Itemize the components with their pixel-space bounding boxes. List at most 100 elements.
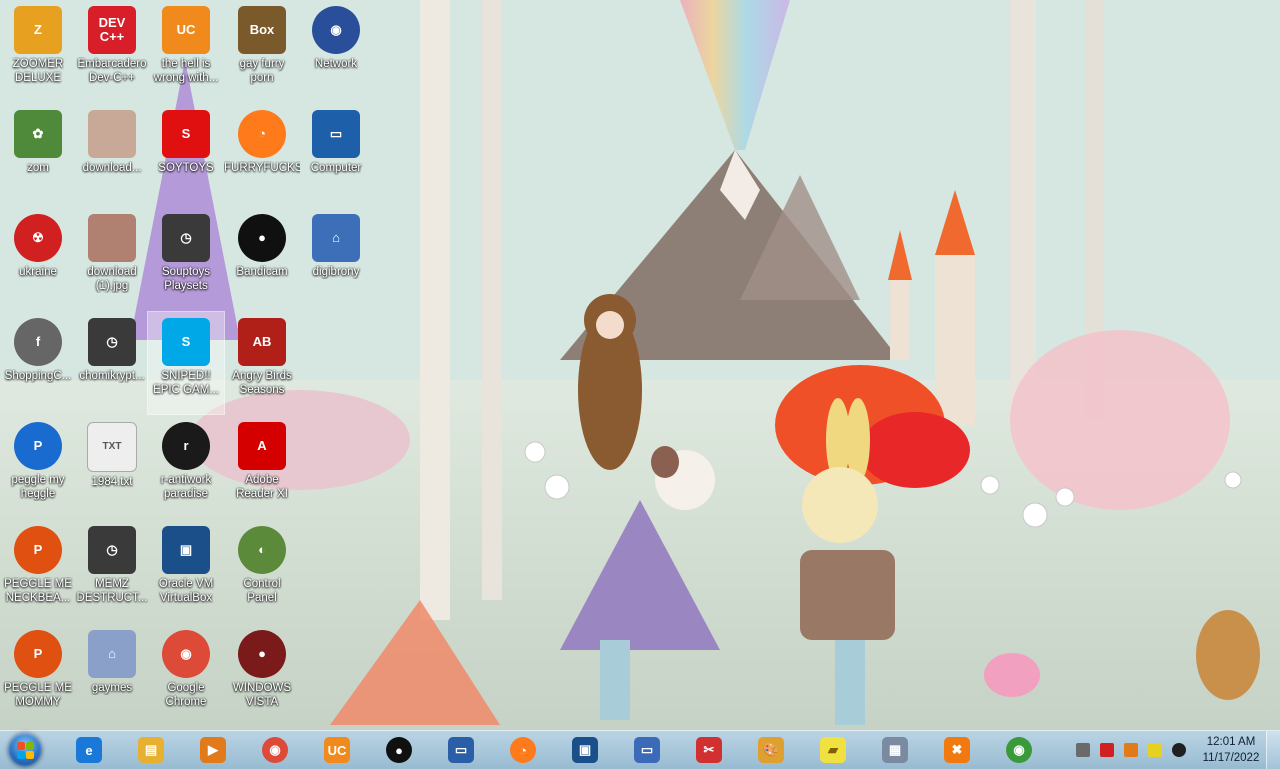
taskbar-button[interactable]: ◔	[500, 734, 546, 766]
desktop-shortcut[interactable]: Ppeggle my heggle	[0, 416, 76, 518]
paint-icon: 🎨	[758, 737, 784, 763]
desktop-shortcut[interactable]: P PEGGLE ME NECKBEA...	[0, 520, 76, 622]
desktop-shortcut-label: Adobe Reader XI	[236, 474, 288, 500]
desktop-shortcut[interactable]: Z ZOOMER DELUXE	[0, 0, 76, 102]
desktop-shortcut[interactable]: ◉ Network	[298, 0, 374, 102]
desktop-shortcut-label: download (1).jpg	[87, 266, 137, 292]
virtualbox-icon: ▣	[162, 526, 210, 574]
taskbar-button[interactable]: e	[66, 734, 112, 766]
taskbar-clock[interactable]: 12:01 AM 11/17/2022	[1196, 734, 1266, 766]
desktop-shortcut[interactable]: ◐ Control Panel	[224, 520, 300, 622]
taskbar-button[interactable]: ▭	[624, 734, 670, 766]
show-desktop-button[interactable]	[1266, 731, 1280, 769]
flower-image-icon: ✿	[14, 110, 62, 158]
shortcut-clock-icon: ◷	[88, 318, 136, 366]
taskbar-button[interactable]: ▭	[438, 734, 484, 766]
taskbar-button[interactable]: ✖	[934, 734, 980, 766]
desktop-shortcut[interactable]: ☢ ukraine	[0, 208, 76, 310]
desktop-shortcut-label: digibrony	[312, 266, 360, 278]
desktop-shortcut-label: FURRYFUCKS	[224, 162, 300, 174]
start-button[interactable]	[8, 733, 42, 767]
taskbar-button[interactable]: ▤	[128, 734, 174, 766]
desktop-shortcut[interactable]: TXT 1984.txt	[74, 416, 150, 518]
desktop-shortcut[interactable]: S SNIPED!! EPIC GAM...	[147, 311, 225, 415]
setup-file-icon: ⌂	[312, 214, 360, 262]
taskbar-button[interactable]: ✂	[686, 734, 732, 766]
network-icon: ◉	[312, 6, 360, 54]
desktop-shortcut[interactable]: ◷ chomikrypt...	[74, 312, 150, 414]
desktop-shortcut[interactable]: download...	[74, 104, 150, 206]
desktop-shortcut[interactable]: ● WINDOWS VISTA	[224, 624, 300, 726]
remote-desktop-icon: ▭	[448, 737, 474, 763]
control-panel-icon: ◐	[238, 526, 286, 574]
desktop-shortcut-label: SNIPED!! EPIC GAM...	[153, 370, 219, 396]
desktop-shortcut[interactable]: A Adobe Reader XI	[224, 416, 300, 518]
taskbar-button[interactable]: ●	[376, 734, 422, 766]
text-file-icon: TXT	[87, 422, 137, 472]
computer-icon: ▭	[312, 110, 360, 158]
taskbar-button[interactable]: ▰	[810, 734, 856, 766]
desktop-shortcut-label: zom	[27, 162, 49, 174]
taskbar-button[interactable]: ◉	[996, 734, 1042, 766]
tray-search-icon[interactable]	[1124, 743, 1138, 757]
desktop-shortcut[interactable]: AB Angry Birds Seasons	[224, 312, 300, 414]
bandicam-icon: ●	[386, 737, 412, 763]
windows-logo-icon	[17, 742, 25, 750]
desktop-shortcut[interactable]: download (1).jpg	[74, 208, 150, 310]
desktop-shortcut-label: ZOOMER DELUXE	[12, 58, 64, 84]
desktop-shortcut[interactable]: DEV C++ Embarcadero Dev-C++	[74, 0, 150, 102]
tray-app-icon[interactable]	[1076, 743, 1090, 757]
desktop-shortcut-label: Control Panel	[243, 578, 281, 604]
network-map-icon: ▭	[634, 737, 660, 763]
desktop-shortcut[interactable]: ● Bandicam	[224, 208, 300, 310]
tray-record-icon[interactable]	[1172, 743, 1186, 757]
vista-bomb-icon: ●	[238, 630, 286, 678]
desktop-shortcut[interactable]: ◷ MEMZ DESTRUCT...	[74, 520, 150, 622]
media-player-icon: ▶	[200, 737, 226, 763]
desktop-shortcut[interactable]: Box gay furry porn	[224, 0, 300, 102]
firefox-icon: ◔	[238, 110, 286, 158]
chrome-icon: ◉	[162, 630, 210, 678]
desktop-shortcut[interactable]: ▣ Oracle VM VirtualBox	[148, 520, 224, 622]
desktop-shortcut-label: ShoppingC...	[4, 370, 72, 382]
taskbar-button[interactable]: ◉	[252, 734, 298, 766]
desktop-shortcut-label: WINDOWS VISTA	[232, 682, 292, 708]
tray-notes-icon[interactable]	[1148, 743, 1162, 757]
desktop-shortcut[interactable]: ✿ zom	[0, 104, 76, 206]
reddit-dark-icon: r	[162, 422, 210, 470]
desktop-shortcut-label: ukraine	[19, 266, 57, 278]
desktop-shortcut[interactable]: ⌂ gaymes	[74, 624, 150, 726]
box-folder-icon: Box	[238, 6, 286, 54]
desktop-shortcut-label: the hell is wrong with...	[153, 58, 219, 84]
taskbar-button[interactable]: UC	[314, 734, 360, 766]
desktop-shortcut[interactable]: S SOYTOYS	[148, 104, 224, 206]
taskbar-button[interactable]: 🎨	[748, 734, 794, 766]
uc-browser-icon: UC	[324, 737, 350, 763]
desktop-shortcut-label: Bandicam	[236, 266, 288, 278]
desktop-shortcut-label: PEGGLE ME MOMMY	[4, 682, 72, 708]
windows-update-icon: ◉	[1006, 737, 1032, 763]
desktop-shortcut[interactable]: P PEGGLE ME MOMMY	[0, 624, 76, 726]
desktop-shortcut[interactable]: r r-antiwork paradise	[148, 416, 224, 518]
soytoys-icon: S	[162, 110, 210, 158]
desktop-shortcut[interactable]: ⌂ digibrony	[298, 208, 374, 310]
firefox-icon: ◔	[510, 737, 536, 763]
taskbar-button[interactable]: ▦	[872, 734, 918, 766]
adobe-reader-icon: A	[238, 422, 286, 470]
taskbar: e ▤ ▶ ◉ UC ● ▭ ◔ ▣ ▭ ✂ 🎨 ▰ ▦ ✖ ◉ 12:01 AM 11/17/2022	[0, 730, 1280, 769]
desktop-shortcut[interactable]: ▭ Computer	[298, 104, 374, 206]
desktop-shortcut[interactable]: ◷ Souptoys Playsets	[148, 208, 224, 310]
desktop-shortcut[interactable]: ◉ Google Chrome	[148, 624, 224, 726]
desktop-shortcut-label: Computer	[310, 162, 362, 174]
image-file-icon	[88, 110, 136, 158]
desktop-shortcut[interactable]: ◔ FURRYFUCKS	[224, 104, 300, 206]
taskbar-button[interactable]: ▶	[190, 734, 236, 766]
taskbar-button[interactable]: ▣	[562, 734, 608, 766]
desktop-shortcut-label: r-antiwork paradise	[160, 474, 212, 500]
desktop-shortcut[interactable]: f ShoppingC...	[0, 312, 76, 414]
xampp-icon: ✖	[944, 737, 970, 763]
desktop-shortcut[interactable]: UC the hell is wrong with...	[148, 0, 224, 102]
notification-area	[1070, 731, 1200, 769]
tray-v-icon[interactable]	[1100, 743, 1114, 757]
desktop-shortcut-label: Angry Birds Seasons	[232, 370, 292, 396]
